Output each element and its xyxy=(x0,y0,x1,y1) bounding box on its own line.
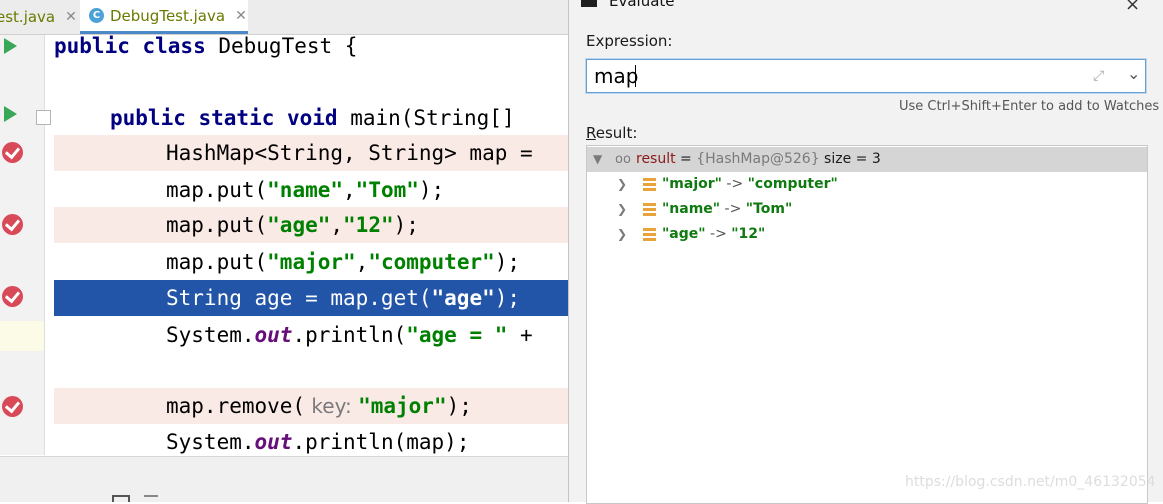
current-line-gutter xyxy=(0,321,44,351)
map-entry-icon xyxy=(643,228,656,241)
step-over-icon[interactable] xyxy=(6,495,20,502)
editor-gutter[interactable] xyxy=(0,35,45,455)
breakpoint-icon[interactable] xyxy=(2,286,23,307)
code-line-8-current: String age = map.get("age"); xyxy=(54,280,572,316)
chevron-right-icon[interactable]: ❯ xyxy=(617,197,627,222)
code-editor[interactable]: est.java ✕ C DebugTest.java ✕ public cla… xyxy=(0,0,572,502)
close-icon[interactable]: ✕ xyxy=(235,8,247,24)
expression-field[interactable]: ⤢ ⌄ xyxy=(586,59,1146,93)
tree-row-entry[interactable]: ❯ "age" -> "12" xyxy=(587,222,1147,247)
map-entry-icon xyxy=(643,203,656,216)
code-line-5: map.put("name","Tom"); xyxy=(166,178,445,202)
breakpoint-icon[interactable] xyxy=(2,214,23,235)
step-into-icon[interactable] xyxy=(38,495,52,502)
map-entry-icon xyxy=(643,178,656,191)
tab-label: est.java xyxy=(0,8,56,26)
step-out-icon[interactable] xyxy=(68,495,82,502)
chevron-down-icon[interactable]: ⌄ xyxy=(1127,64,1140,83)
dialog-title: Evaluate xyxy=(609,0,675,10)
watermark: https://blog.csdn.net/m0_46132054 xyxy=(905,474,1156,490)
expand-icon[interactable]: ⤢ xyxy=(1093,68,1104,84)
frames-icon[interactable] xyxy=(112,495,130,502)
debug-toolbar xyxy=(0,456,572,502)
text-caret xyxy=(635,65,636,87)
chevron-right-icon[interactable]: ❯ xyxy=(617,172,627,197)
code-line-11: map.remove( key: "major"); xyxy=(54,388,572,424)
settings-icon[interactable] xyxy=(144,495,158,502)
code-line-7: map.put("major","computer"); xyxy=(166,250,521,274)
tree-row-entry[interactable]: ❯ "major" -> "computer" xyxy=(587,172,1147,197)
watch-glasses-icon: oo xyxy=(615,152,631,167)
evaluate-dialog: Evaluate × Expression: ⤢ ⌄ Use Ctrl+Shif… xyxy=(568,0,1163,504)
breakpoint-icon[interactable] xyxy=(2,142,23,163)
code-line-1: public class DebugTest { xyxy=(54,35,358,58)
chevron-down-icon[interactable]: ▼ xyxy=(593,147,602,172)
code-line-4: HashMap<String, String> map = xyxy=(54,135,572,171)
chevron-right-icon[interactable]: ❯ xyxy=(617,222,627,247)
tab-label: DebugTest.java xyxy=(110,6,226,25)
watches-hint: Use Ctrl+Shift+Enter to add to Watches xyxy=(899,99,1160,114)
result-label: Result: xyxy=(586,124,638,142)
close-icon[interactable]: × xyxy=(1125,0,1140,15)
code-area[interactable]: public class DebugTest { public static v… xyxy=(44,35,572,455)
editor-tab-bar: est.java ✕ C DebugTest.java ✕ xyxy=(0,0,572,35)
code-line-6: map.put("age","12"); xyxy=(54,207,572,243)
run-icon[interactable] xyxy=(4,38,17,54)
code-line-3: public static void main(String[] xyxy=(110,106,515,130)
intellij-logo-icon xyxy=(581,0,597,7)
tree-row-entry[interactable]: ❯ "name" -> "Tom" xyxy=(587,197,1147,222)
expression-label: Expression: xyxy=(586,32,673,50)
tab-debugtest-java[interactable]: C DebugTest.java ✕ xyxy=(80,0,248,34)
result-tree[interactable]: ▼ oo result = {HashMap@526} size = 3 ❯ "… xyxy=(586,145,1148,504)
close-icon[interactable]: ✕ xyxy=(65,9,77,25)
java-class-icon: C xyxy=(89,8,104,23)
tree-row-result[interactable]: ▼ oo result = {HashMap@526} size = 3 xyxy=(587,147,1147,172)
tab-est-java[interactable]: est.java ✕ xyxy=(0,0,77,34)
run-icon[interactable] xyxy=(4,106,17,122)
breakpoint-icon[interactable] xyxy=(2,396,23,417)
expression-input[interactable] xyxy=(594,62,1064,90)
code-line-12: System.out.println(map); xyxy=(166,430,470,454)
code-line-9: System.out.println("age = " + xyxy=(166,323,533,347)
